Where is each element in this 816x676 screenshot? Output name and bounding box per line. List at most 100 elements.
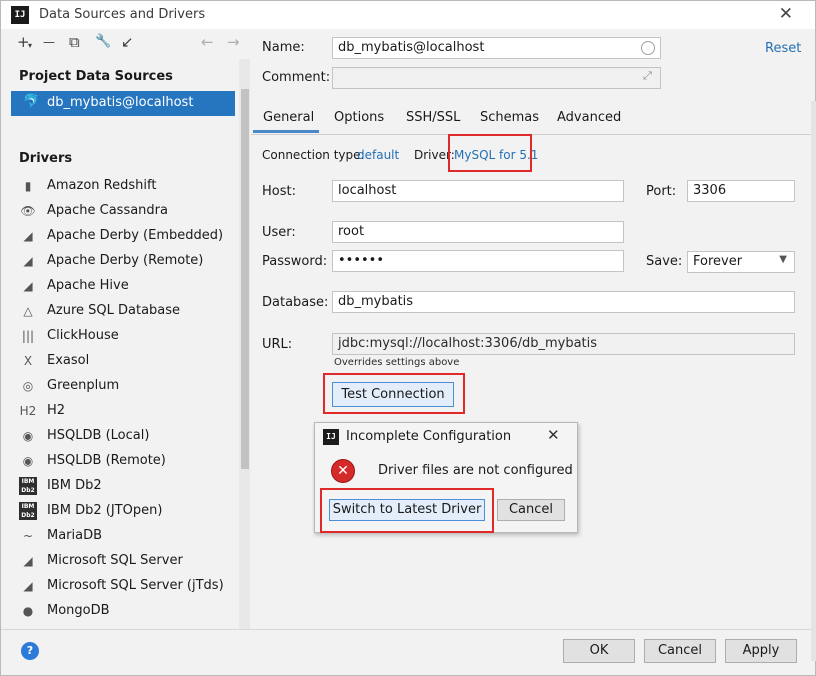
window-title: Data Sources and Drivers (39, 7, 206, 22)
sidebar-item-driver[interactable]: ◉ HSQLDB (Remote) (19, 450, 229, 472)
popup-message: Driver files are not configured (378, 463, 573, 478)
sidebar-item-driver[interactable]: ◢ Microsoft SQL Server (19, 550, 229, 572)
connection-type-link[interactable]: default (357, 148, 399, 162)
sidebar-item-driver[interactable]: ◢ Apache Hive (19, 275, 229, 297)
sidebar-item-driver[interactable]: IBM Db2 IBM Db2 (19, 475, 229, 497)
sidebar-item-label: Greenplum (47, 378, 120, 393)
sidebar-item-label: HSQLDB (Local) (47, 428, 150, 443)
sidebar-item-label: Apache Hive (47, 278, 129, 293)
intellij-logo-icon: IJ (323, 429, 339, 445)
sidebar-item-driver[interactable]: ◎ Greenplum (19, 375, 229, 397)
sidebar-item-driver[interactable]: ◉ HSQLDB (Local) (19, 425, 229, 447)
sidebar-item-driver[interactable]: ▮ Amazon Redshift (19, 175, 229, 197)
port-label: Port: (646, 184, 677, 199)
tab-general[interactable]: General (263, 110, 314, 125)
driver-icon: ◢ (23, 229, 33, 243)
close-icon[interactable]: ✕ (547, 426, 560, 444)
driver-icon: IBM Db2 (19, 477, 37, 495)
driver-icon: ◢ (23, 579, 33, 593)
sidebar-item-label: Microsoft SQL Server (47, 553, 183, 568)
name-label: Name: (262, 40, 305, 55)
expand-icon[interactable]: ⤢ (643, 69, 652, 83)
sidebar-item-driver[interactable]: △ Azure SQL Database (19, 300, 229, 322)
close-icon[interactable]: ✕ (779, 4, 793, 24)
sidebar-item-label: Microsoft SQL Server (jTds) (47, 578, 224, 593)
left-panel: + ▾ — ⧉ 🔧 ↙ ← → Project Data Sources 🐬 d… (9, 29, 250, 629)
data-sources-dialog: IJ Data Sources and Drivers ✕ + ▾ — ⧉ 🔧 … (0, 0, 816, 676)
sidebar-item-label: MongoDB (47, 603, 110, 618)
name-input[interactable]: db_mybatis@localhost (332, 37, 661, 59)
tab-advanced[interactable]: Advanced (557, 110, 621, 125)
sidebar-item-driver[interactable]: IBM Db2 IBM Db2 (JTOpen) (19, 500, 229, 522)
driver-icon: ~ (22, 529, 34, 543)
database-label: Database: (262, 295, 329, 310)
url-input[interactable]: jdbc:mysql://localhost:3306/db_mybatis (332, 333, 795, 355)
driver-icon: H2 (19, 404, 37, 418)
sidebar-item-driver[interactable]: X Exasol (19, 350, 229, 372)
ok-button[interactable]: OK (563, 639, 635, 663)
sidebar-item-label: H2 (47, 403, 66, 418)
add-caret-icon[interactable]: ▾ (28, 36, 32, 56)
save-select[interactable]: Forever ▼ (687, 251, 795, 273)
goto-icon[interactable]: ↙ (121, 32, 134, 52)
tab-ssh-ssl[interactable]: SSH/SSL (406, 110, 460, 125)
tab-options[interactable]: Options (334, 110, 384, 125)
chevron-down-icon: ▼ (779, 254, 787, 265)
sidebar-scrollbar-thumb[interactable] (241, 89, 249, 469)
sidebar-item-label: IBM Db2 (47, 478, 102, 493)
popup-cancel-button[interactable]: Cancel (497, 499, 565, 521)
sidebar-item-driver[interactable]: ||| ClickHouse (19, 325, 229, 347)
driver-icon: ◉ (22, 429, 34, 443)
user-label: User: (262, 225, 296, 240)
sidebar-item-driver[interactable]: ● MongoDB (19, 600, 229, 622)
duplicate-icon[interactable]: ⧉ (69, 32, 80, 52)
forward-arrow-icon[interactable]: → (227, 32, 240, 52)
sidebar-item-driver[interactable]: H2 H2 (19, 400, 229, 422)
sidebar-item-label: Azure SQL Database (47, 303, 181, 318)
intellij-logo-icon: IJ (11, 6, 29, 24)
port-input[interactable]: 3306 (687, 180, 795, 202)
comment-input[interactable] (332, 67, 661, 89)
database-input[interactable]: db_mybatis (332, 291, 795, 313)
sidebar-toolbar: + ▾ — ⧉ 🔧 ↙ ← → (9, 29, 250, 57)
tab-bar: General Options SSH/SSL Schemas Advanced (251, 105, 811, 135)
driver-icon: △ (23, 304, 33, 318)
apply-button[interactable]: Apply (725, 639, 797, 663)
driver-icon: ◢ (23, 254, 33, 268)
back-arrow-icon[interactable]: ← (201, 32, 214, 52)
driver-highlight-box (448, 134, 532, 172)
tab-schemas[interactable]: Schemas (480, 110, 539, 125)
sidebar-item-driver[interactable]: ◢ Apache Derby (Embedded) (19, 225, 229, 247)
sidebar-item-driver[interactable]: ◢ Microsoft SQL Server (jTds) (19, 575, 229, 597)
sidebar-item-label: Exasol (47, 353, 90, 368)
error-icon: ✕ (331, 459, 355, 483)
sidebar-item-label: Apache Cassandra (47, 203, 168, 218)
sidebar-item-driver[interactable]: ◢ Apache Derby (Remote) (19, 250, 229, 272)
sidebar-item-driver[interactable]: 👁 Apache Cassandra (19, 200, 229, 222)
cancel-button[interactable]: Cancel (644, 639, 716, 663)
user-input[interactable]: root (332, 221, 624, 243)
title-bar: IJ Data Sources and Drivers ✕ (1, 1, 815, 29)
host-input[interactable]: localhost (332, 180, 624, 202)
remove-icon[interactable]: — (43, 32, 55, 52)
sidebar-item-driver[interactable]: ~ MariaDB (19, 525, 229, 547)
project-sources-heading: Project Data Sources (19, 69, 173, 84)
sidebar-item-label: db_mybatis@localhost (47, 95, 194, 110)
driver-icon: 👁 (20, 204, 36, 218)
save-label: Save: (646, 254, 683, 269)
password-input[interactable]: •••••• (332, 250, 624, 272)
help-icon[interactable]: ? (21, 642, 39, 660)
wrench-icon[interactable]: 🔧 (95, 32, 111, 52)
sidebar-item-label: Amazon Redshift (47, 178, 157, 193)
sidebar-item-db-mybatis[interactable]: 🐬 db_mybatis@localhost (11, 91, 235, 116)
url-label: URL: (262, 337, 293, 352)
driver-icon: ◉ (22, 454, 34, 468)
driver-icon: ● (22, 604, 34, 618)
tool-window-strip (811, 101, 816, 661)
connection-type-label: Connection type: (262, 148, 365, 162)
test-connection-button[interactable]: Test Connection (332, 382, 454, 407)
driver-icon: ◢ (23, 279, 33, 293)
color-circle-icon[interactable] (641, 41, 655, 55)
driver-icon: ◢ (23, 554, 33, 568)
reset-link[interactable]: Reset (765, 41, 801, 56)
